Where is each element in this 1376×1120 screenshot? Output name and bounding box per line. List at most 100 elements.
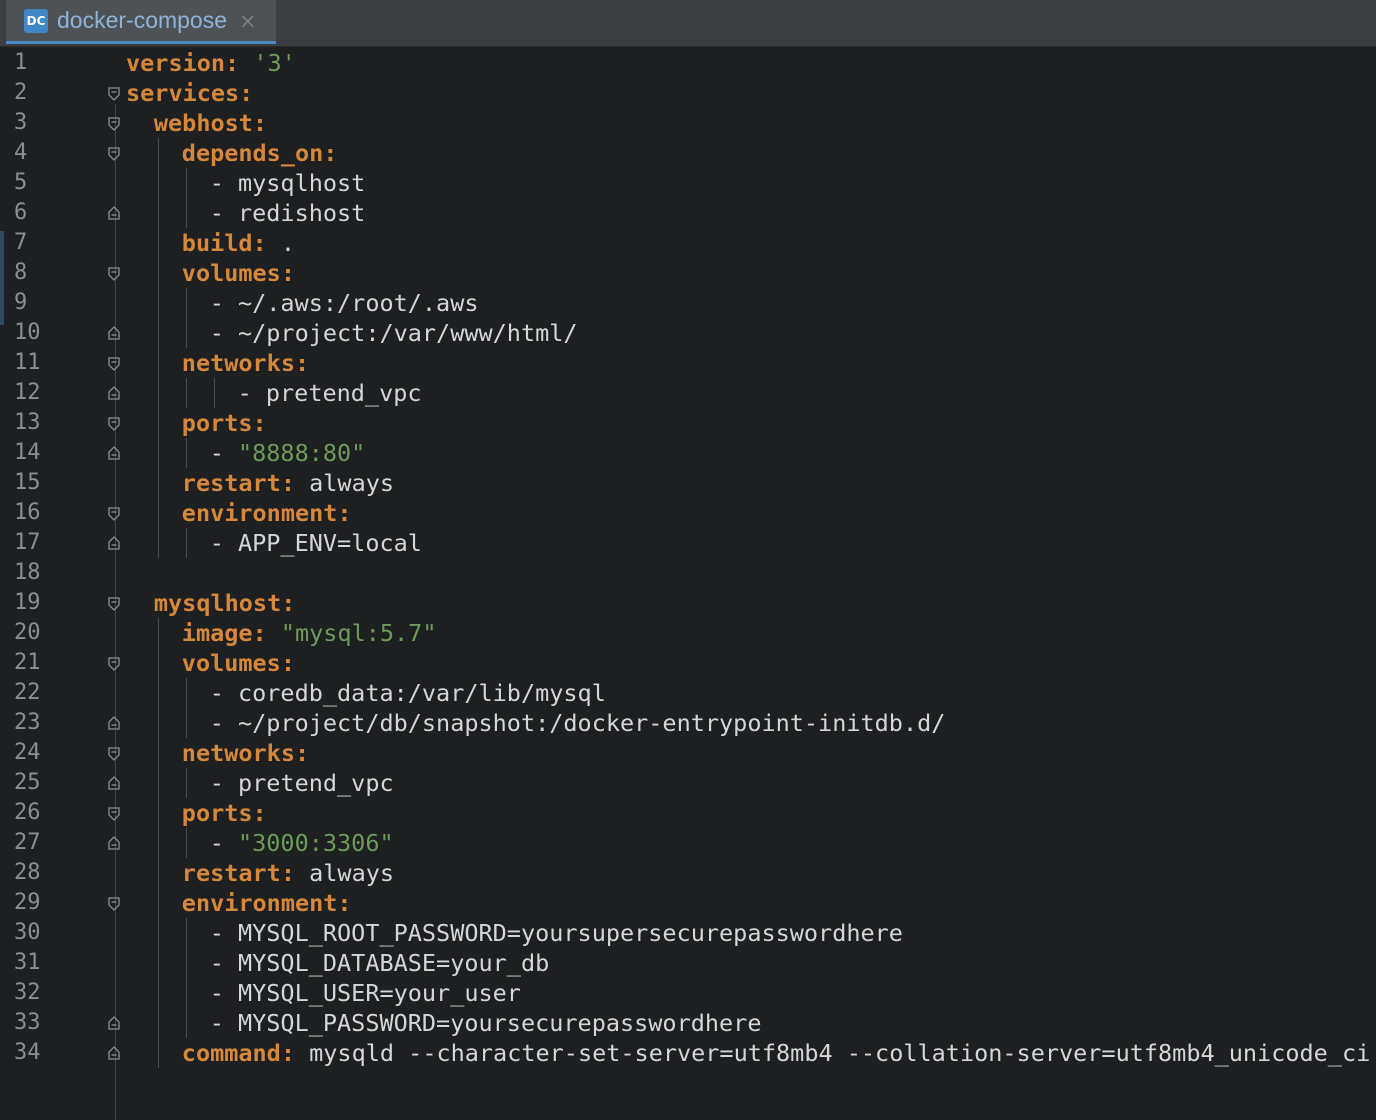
code-text: command: mysqld --character-set-server=u… [182,1038,1370,1068]
code-line[interactable]: 1 version: '3' [0,48,1376,78]
fold-close-icon[interactable] [108,716,120,730]
code-line[interactable]: 14 - "8888:80" [0,438,1376,468]
docker-compose-file-icon: DC [24,8,48,33]
code-line[interactable]: 22 - coredb_data:/var/lib/mysql [0,678,1376,708]
code-line[interactable]: 29 environment: [0,888,1376,918]
code-line[interactable]: 16 environment: [0,498,1376,528]
code-line[interactable]: 32 - MYSQL_USER=your_user [0,978,1376,1008]
fold-open-icon[interactable] [108,747,120,761]
fold-open-icon[interactable] [108,147,120,161]
code-text: volumes: [182,648,295,678]
fold-open-icon[interactable] [108,807,120,821]
line-number: 21 [14,650,41,675]
fold-close-icon[interactable] [108,1046,120,1060]
code-line[interactable]: 12 - pretend_vpc [0,378,1376,408]
code-line[interactable]: 11 networks: [0,348,1376,378]
code-line[interactable]: 24 networks: [0,738,1376,768]
code-line[interactable]: 20 image: "mysql:5.7" [0,618,1376,648]
fold-close-icon[interactable] [108,1016,120,1030]
tab-docker-compose[interactable]: DC docker-compose × [6,0,276,44]
fold-open-icon[interactable] [108,417,120,431]
code-line[interactable]: 13 ports: [0,408,1376,438]
yaml-string: "3000:3306" [237,829,394,857]
code-line[interactable]: 10 - ~/project:/var/www/html/ [0,318,1376,348]
code-text: - APP_ENV=local [210,528,422,558]
code-line[interactable]: 5 - mysqlhost [0,168,1376,198]
fold-close-icon[interactable] [108,446,120,460]
yaml-value: - MYSQL_DATABASE=your_db [209,949,550,977]
code-line[interactable]: 30 - MYSQL_ROOT_PASSWORD=yoursupersecurep… [0,918,1376,948]
code-editor[interactable]: 1 version: '3' 2 services: 3 webhost: 4 depends… [0,48,1376,1120]
indent-guide [185,948,187,978]
fold-close-icon[interactable] [108,206,120,220]
code-line[interactable]: 25 - pretend_vpc [0,768,1376,798]
fold-open-icon[interactable] [108,87,120,101]
code-text: - coredb_data:/var/lib/mysql [210,678,606,708]
fold-open-icon[interactable] [108,597,120,611]
code-line[interactable]: 4 depends_on: [0,138,1376,168]
line-number: 20 [14,620,41,645]
fold-close-icon[interactable] [108,776,120,790]
code-text: environment: [182,498,352,528]
indent-guide [157,948,159,978]
line-number: 7 [14,230,28,255]
indent-guide [157,198,159,228]
code-line[interactable]: 23 - ~/project/db/snapshot:/docker-entryp… [0,708,1376,738]
code-text: - ~/project/db/snapshot:/docker-entrypoi… [210,708,946,738]
indent-guide [157,348,159,378]
line-number: 34 [14,1040,41,1065]
code-line[interactable]: 19 mysqlhost: [0,588,1376,618]
fold-close-icon[interactable] [108,836,120,850]
code-line[interactable]: 28 restart: always [0,858,1376,888]
yaml-key: depends_on: [181,139,338,167]
indent-guide [157,498,159,528]
code-line[interactable]: 2 services: [0,78,1376,108]
close-icon[interactable]: × [239,9,257,33]
indent-guide [157,738,159,768]
indent-guide [157,318,159,348]
fold-open-icon[interactable] [108,657,120,671]
code-line[interactable]: 15 restart: always [0,468,1376,498]
code-line[interactable]: 7 build: . [0,228,1376,258]
code-line[interactable]: 33 - MYSQL_PASSWORD=yoursecurepasswordher… [0,1008,1376,1038]
code-line[interactable]: 31 - MYSQL_DATABASE=your_db [0,948,1376,978]
code-text: - mysqlhost [210,168,366,198]
fold-open-icon[interactable] [108,507,120,521]
line-number: 6 [14,200,28,225]
code-line[interactable]: 26 ports: [0,798,1376,828]
indent-guide [185,768,187,798]
code-line[interactable]: 17 - APP_ENV=local [0,528,1376,558]
code-line[interactable]: 6 - redishost [0,198,1376,228]
code-text: ports: [182,798,267,828]
code-text: restart: always [182,468,394,498]
line-number: 25 [14,770,41,795]
code-line[interactable]: 27 - "3000:3306" [0,828,1376,858]
code-line[interactable]: 8 volumes: [0,258,1376,288]
fold-close-icon[interactable] [108,536,120,550]
code-text: - ~/.aws:/root/.aws [210,288,479,318]
indent-guide [157,138,159,168]
code-line[interactable]: 18 [0,558,1376,588]
indent-guide [185,978,187,1008]
indent-guide [185,438,187,468]
code-line[interactable]: 34 command: mysqld --character-set-server… [0,1038,1376,1068]
fold-close-icon[interactable] [108,326,120,340]
fold-open-icon[interactable] [108,357,120,371]
code-text: depends_on: [182,138,338,168]
line-number: 26 [14,800,41,825]
indent-guide [157,888,159,918]
indent-guide [157,858,159,888]
yaml-string: '3' [253,49,296,77]
code-line[interactable]: 3 webhost: [0,108,1376,138]
fold-open-icon[interactable] [108,117,120,131]
code-text: - MYSQL_USER=your_user [210,978,521,1008]
line-number: 22 [14,680,41,705]
code-line[interactable]: 9 - ~/.aws:/root/.aws [0,288,1376,318]
yaml-key: version: [126,49,240,77]
fold-close-icon[interactable] [108,386,120,400]
indent-guide [157,408,159,438]
code-text: volumes: [182,258,295,288]
fold-open-icon[interactable] [108,897,120,911]
fold-open-icon[interactable] [108,267,120,281]
code-line[interactable]: 21 volumes: [0,648,1376,678]
